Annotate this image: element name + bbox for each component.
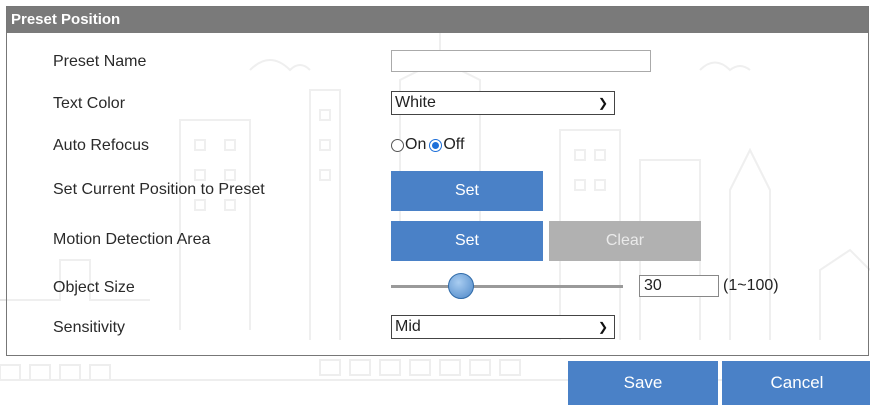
text-color-value: White [395, 94, 436, 111]
auto-refocus-row: Auto Refocus On Off [7, 129, 868, 163]
motion-detection-clear-button[interactable]: Clear [549, 221, 701, 261]
cancel-button[interactable]: Cancel [722, 361, 870, 405]
auto-refocus-on-radio[interactable] [391, 138, 404, 152]
sensitivity-row: Sensitivity Mid ❯ [7, 311, 868, 345]
object-size-row: Object Size 30 (1~100) [7, 271, 868, 305]
preset-name-input[interactable] [391, 50, 651, 72]
chevron-down-icon: ❯ [597, 96, 608, 110]
chevron-down-icon: ❯ [597, 320, 608, 334]
object-size-slider-thumb[interactable] [448, 273, 474, 299]
text-color-row: Text Color White ❯ [7, 87, 868, 121]
motion-detection-row: Motion Detection Area Set Clear [7, 221, 868, 265]
set-current-position-row: Set Current Position to Preset Set [7, 171, 868, 215]
motion-detection-set-button[interactable]: Set [391, 221, 543, 261]
sensitivity-select[interactable]: Mid ❯ [391, 315, 615, 339]
save-button[interactable]: Save [568, 361, 718, 405]
motion-detection-label: Motion Detection Area [53, 231, 211, 248]
auto-refocus-on-label: On [405, 136, 427, 153]
sensitivity-value: Mid [395, 318, 421, 335]
auto-refocus-label: Auto Refocus [53, 137, 150, 154]
object-size-input[interactable]: 30 [639, 275, 719, 297]
text-color-label: Text Color [53, 95, 126, 112]
set-current-position-label: Set Current Position to Preset [53, 181, 265, 198]
object-size-range: (1~100) [723, 277, 779, 294]
sensitivity-label: Sensitivity [53, 319, 126, 336]
preset-name-row: Preset Name [7, 45, 868, 79]
text-color-select[interactable]: White ❯ [391, 91, 615, 115]
object-size-label: Object Size [53, 279, 135, 296]
object-size-slider-track[interactable] [391, 285, 623, 288]
set-current-position-button[interactable]: Set [391, 171, 543, 211]
panel-title: Preset Position [7, 7, 868, 33]
preset-position-panel: Preset Position Preset Name Text Color W… [6, 6, 869, 356]
preset-name-label: Preset Name [53, 53, 147, 70]
auto-refocus-off-radio[interactable] [429, 138, 443, 152]
auto-refocus-off-label: Off [443, 136, 465, 153]
